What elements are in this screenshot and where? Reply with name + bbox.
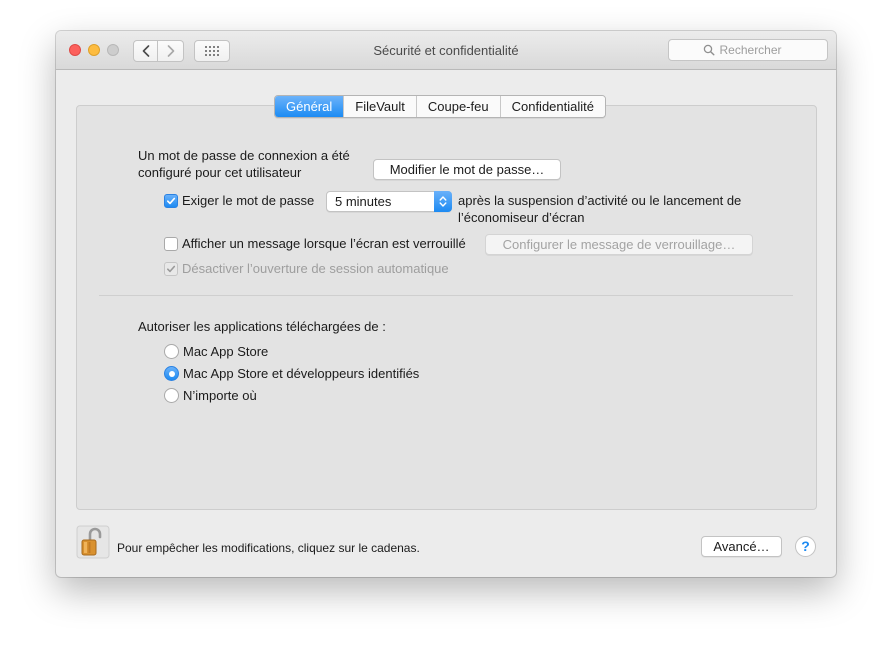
radio-anywhere-label: N’importe où — [183, 388, 257, 403]
tab-firewall[interactable]: Coupe-feu — [415, 96, 500, 117]
updown-arrows-icon — [434, 191, 452, 212]
password-delay-popup[interactable]: 5 minutes — [326, 191, 452, 212]
set-lock-message-button[interactable]: Configurer le message de verrouillage… — [485, 234, 753, 255]
tab-bar: Général FileVault Coupe-feu Confidential… — [274, 95, 606, 118]
disable-autologin-label: Désactiver l’ouverture de session automa… — [182, 261, 449, 276]
password-info-line2: configuré pour cet utilisateur — [138, 165, 302, 180]
password-info-line1: Un mot de passe de connexion a été — [138, 148, 350, 163]
tab-general[interactable]: Général — [275, 96, 344, 117]
disable-autologin-checkbox[interactable] — [164, 262, 178, 276]
require-password-checkbox[interactable] — [164, 194, 178, 208]
question-mark-icon: ? — [801, 538, 810, 554]
section-divider — [99, 295, 793, 296]
magnifier-icon — [703, 44, 714, 56]
preferences-window: Sécurité et confidentialité Général File… — [56, 31, 836, 577]
lock-hint-text: Pour empêcher les modifications, cliquez… — [117, 541, 420, 555]
radio-app-store-and-identified[interactable] — [164, 366, 179, 381]
radio-anywhere[interactable] — [164, 388, 179, 403]
tab-privacy[interactable]: Confidentialité — [499, 96, 605, 117]
show-lock-message-label: Afficher un message lorsque l’écran est … — [182, 236, 466, 251]
radio-mac-app-store[interactable] — [164, 344, 179, 359]
password-delay-value: 5 minutes — [335, 194, 392, 209]
advanced-button[interactable]: Avancé… — [701, 536, 782, 557]
require-password-label: Exiger le mot de passe — [182, 193, 315, 208]
show-lock-message-checkbox[interactable] — [164, 237, 178, 251]
lock-button[interactable] — [76, 525, 110, 559]
search-input[interactable] — [719, 43, 794, 57]
checkmark-icon — [167, 265, 176, 273]
help-button[interactable]: ? — [795, 536, 816, 557]
after-sleep-line2: l’économiseur d’écran — [458, 210, 585, 225]
search-field[interactable] — [668, 39, 828, 61]
open-padlock-icon — [76, 525, 110, 559]
title-bar: Sécurité et confidentialité — [56, 31, 836, 70]
radio-app-store-and-identified-label: Mac App Store et développeurs identifiés — [183, 366, 420, 381]
checkmark-icon — [166, 197, 176, 205]
change-password-button[interactable]: Modifier le mot de passe… — [373, 159, 561, 180]
allow-apps-heading: Autoriser les applications téléchargées … — [138, 319, 386, 334]
tab-filevault[interactable]: FileVault — [343, 96, 416, 117]
radio-mac-app-store-label: Mac App Store — [183, 344, 269, 359]
after-sleep-line1: après la suspension d’activité ou le lan… — [458, 193, 742, 208]
